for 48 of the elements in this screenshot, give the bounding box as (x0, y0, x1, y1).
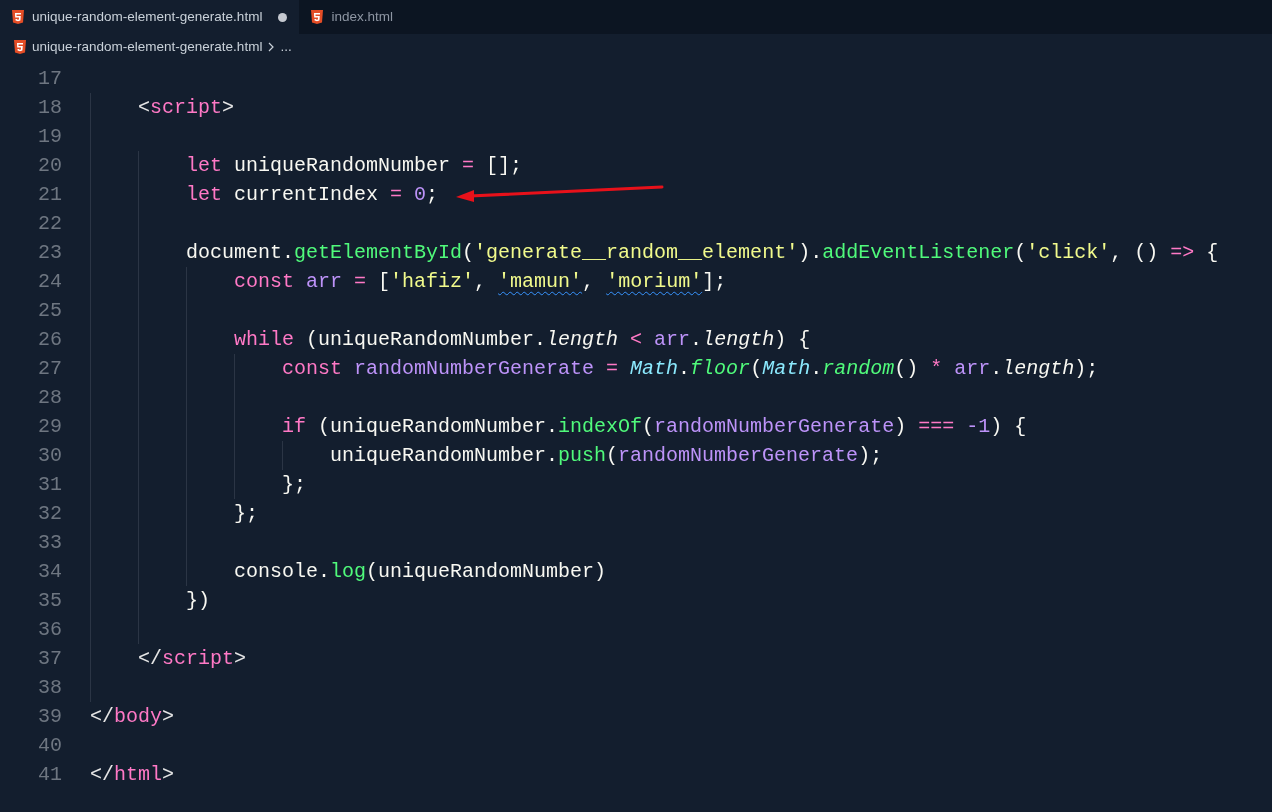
line-number: 39 (37, 704, 62, 730)
line-number: 33 (37, 530, 62, 556)
line-number: 36 (37, 617, 62, 643)
line-number: 24 (37, 269, 62, 295)
line-number: 18 (37, 95, 62, 121)
code-line: </script> (138, 646, 247, 672)
breadcrumb-more[interactable]: ... (280, 36, 292, 58)
line-number: 21 (37, 182, 62, 208)
code-line: let currentIndex = 0; (186, 182, 439, 208)
breadcrumb-file[interactable]: unique-random-element-generate.html (32, 36, 263, 58)
code-line: </html> (90, 762, 175, 788)
line-number: 35 (37, 588, 62, 614)
code-line: let uniqueRandomNumber = []; (186, 153, 523, 179)
line-number: 19 (37, 124, 62, 150)
line-number: 26 (37, 327, 62, 353)
line-number: 29 (37, 414, 62, 440)
code-line: document.getElementById('generate__random__element').addEventListener('click', () => { (186, 240, 1219, 266)
html-file-icon (14, 40, 26, 54)
code-line: }; (282, 472, 306, 498)
code-line: while (uniqueRandomNumber.length < arr.length) { (234, 327, 811, 353)
code-line: <script> (138, 95, 235, 121)
code-line: </body> (90, 704, 175, 730)
line-number: 37 (37, 646, 62, 672)
line-number: 34 (37, 559, 62, 585)
line-number: 25 (37, 298, 62, 324)
code-line: const arr = ['hafiz', 'mamun', 'morium']; (234, 269, 727, 295)
html-file-icon (12, 10, 24, 24)
code-line: uniqueRandomNumber.push(randomNumberGenerate); (330, 443, 883, 469)
line-number: 23 (37, 240, 62, 266)
line-number: 27 (37, 356, 62, 382)
html-file-icon (311, 10, 324, 24)
code-line: const randomNumberGenerate = Math.floor(Math.random() * arr.length); (282, 356, 1099, 382)
code-line: }) (186, 588, 210, 614)
line-number: 17 (37, 66, 62, 92)
line-number: 31 (37, 472, 62, 498)
line-number: 30 (37, 443, 62, 469)
code-line: console.log(uniqueRandomNumber) (234, 559, 607, 585)
line-number: 28 (37, 385, 62, 411)
line-number: 40 (37, 733, 62, 759)
code-line: if (uniqueRandomNumber.indexOf(randomNumberGenerate) === -1) { (282, 414, 1027, 440)
editor-tab[interactable]: unique-random-element-generate.html (0, 0, 300, 34)
code-line: }; (234, 501, 258, 527)
line-number: 38 (37, 675, 62, 701)
line-number: 22 (37, 211, 62, 237)
line-number: 32 (37, 501, 62, 527)
line-number: 41 (37, 762, 62, 788)
chevron-icon (268, 42, 275, 52)
line-number: 20 (37, 153, 62, 179)
